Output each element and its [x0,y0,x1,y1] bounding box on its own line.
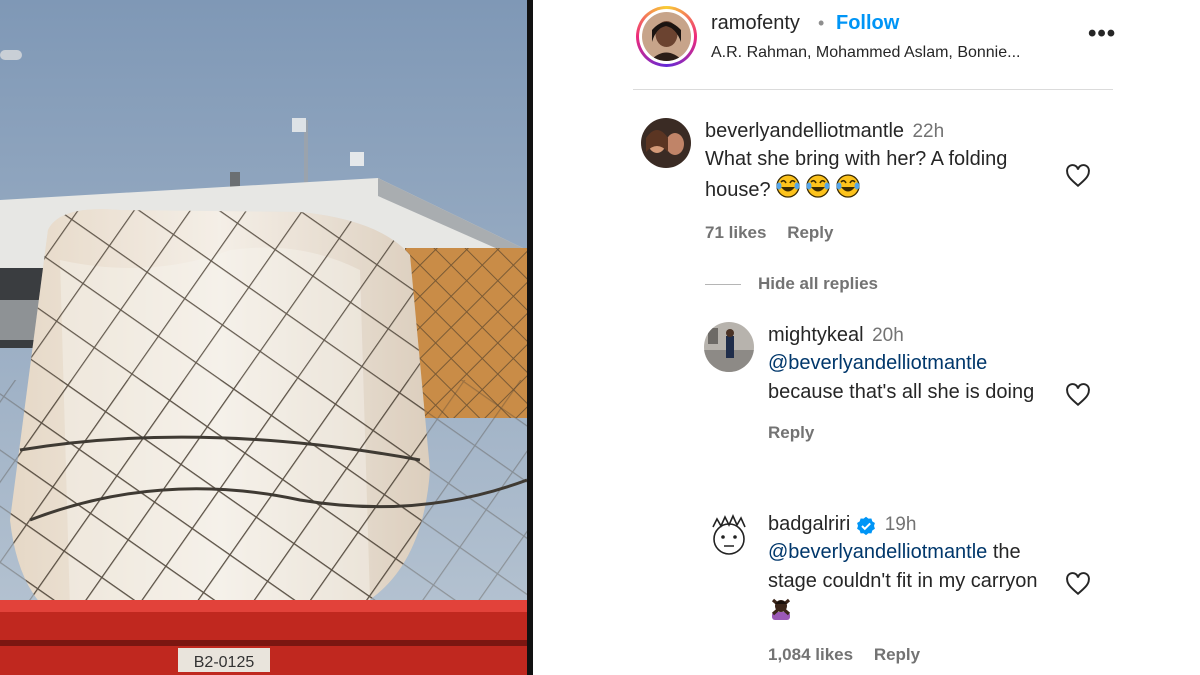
laughing-emoji-icon [776,174,866,207]
hide-replies-label[interactable]: Hide all replies [758,274,878,294]
reply-button[interactable]: Reply [874,645,920,664]
comments-panel: ramofenty • Follow A.R. Rahman, Mohammed… [533,0,1200,675]
post-media-video-frame[interactable]: B2-0125 [0,0,527,675]
post-header: ramofenty • Follow A.R. Rahman, Mohammed… [633,0,1116,90]
commenter-avatar[interactable] [704,511,754,561]
comment-username[interactable]: beverlyandelliotmantle [705,120,904,142]
comment-time: 22h [912,121,945,142]
like-heart-icon[interactable] [1065,164,1091,188]
comment-username[interactable]: badgalriri [768,513,850,535]
airport-cargo-photo: B2-0125 [0,0,527,675]
like-count[interactable]: 71 likes [705,223,766,242]
more-options-icon[interactable]: ••• [1088,20,1116,48]
like-count[interactable]: 1,084 likes [768,645,853,664]
reply-item: badgalriri 19h @beverlyandelliotmantle t… [704,511,1114,671]
comment-text: What she bring with her? A folding house… [705,145,1055,207]
replies-divider-line [705,284,741,285]
mention-link[interactable]: @beverlyandelliotmantle [768,352,987,374]
owner-username[interactable]: ramofenty [711,12,800,35]
comment-text: @beverlyandelliotmantle because that's a… [768,352,1035,403]
reply-button[interactable]: Reply [768,423,814,442]
commenter-avatar[interactable] [704,322,754,372]
person-gesturing-no-emoji-icon [768,596,794,629]
owner-avatar[interactable] [636,6,697,67]
follow-button[interactable]: Follow [836,12,899,35]
truck-plate-text: B2-0125 [194,654,255,671]
comment-meta: 71 likes Reply [705,223,1055,243]
comment-meta: Reply [768,423,1068,443]
comment-meta: 1,084 likes Reply [768,645,1068,665]
reply-button[interactable]: Reply [787,223,833,242]
like-heart-icon[interactable] [1065,572,1091,596]
comment-text: @beverlyandelliotmantle the stage couldn… [768,538,1068,629]
comment-item: beverlyandelliotmantle 22h What she brin… [641,118,1111,248]
comment-username[interactable]: mightykeal [768,324,864,346]
tears-of-joy-emoji [776,174,800,198]
comment-time: 19h [884,514,917,535]
like-heart-icon[interactable] [1065,383,1091,407]
commenter-avatar[interactable] [641,118,691,168]
reply-item: mightykeal 20h @beverlyandelliotmantle b… [704,322,1114,482]
comment-time: 20h [872,325,904,346]
separator-dot: • [818,13,825,33]
verified-badge-icon [857,516,876,535]
audio-credits[interactable]: A.R. Rahman, Mohammed Aslam, Bonnie... [711,44,1020,62]
mention-link[interactable]: @beverlyandelliotmantle [768,541,987,563]
